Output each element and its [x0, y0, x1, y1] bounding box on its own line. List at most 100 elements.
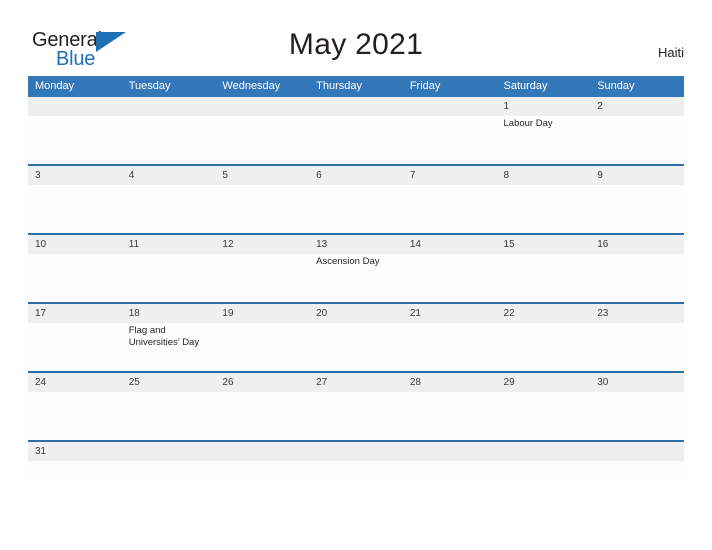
- day-number-empty: [309, 442, 403, 461]
- day-number[interactable]: 28: [403, 373, 497, 392]
- day-events-empty: [497, 461, 591, 479]
- day-number[interactable]: 8: [497, 166, 591, 185]
- day-events-empty: [28, 185, 122, 233]
- weekday-header-wednesday: Wednesday: [222, 80, 281, 92]
- weekday-header-friday: Friday: [409, 80, 441, 92]
- calendar-page: General Blue May 2021 Haiti Monday Tuesda…: [0, 0, 712, 550]
- day-number[interactable]: 25: [122, 373, 216, 392]
- day-events-empty: [122, 116, 216, 164]
- week-event-band: Labour Day: [28, 116, 684, 164]
- day-events-empty: [590, 392, 684, 440]
- day-number[interactable]: 19: [215, 304, 309, 323]
- day-events-empty: [403, 323, 497, 371]
- day-number[interactable]: 27: [309, 373, 403, 392]
- week-event-band: [28, 392, 684, 440]
- day-number[interactable]: 13: [309, 235, 403, 254]
- calendar-grid: Monday Tuesday Wednesday Thursday Friday Satu…: [28, 76, 684, 479]
- day-number[interactable]: 11: [122, 235, 216, 254]
- day-number[interactable]: 21: [403, 304, 497, 323]
- day-events-empty: [403, 185, 497, 233]
- day-events-empty: [590, 254, 684, 302]
- weekday-header-saturday: Saturday: [503, 80, 548, 92]
- day-number[interactable]: 30: [590, 373, 684, 392]
- day-number[interactable]: 7: [403, 166, 497, 185]
- weekday-header-tuesday: Tuesday: [128, 80, 171, 92]
- calendar-week-row: 1 2 Labour Day: [28, 97, 684, 164]
- day-events-empty: [309, 323, 403, 371]
- day-number[interactable]: 17: [28, 304, 122, 323]
- day-number[interactable]: 12: [215, 235, 309, 254]
- day-number-empty: [215, 97, 309, 116]
- calendar-weeks: 1 2 Labour Day 3 4 5 6 7 8 9 10 11 12 13 14 15 16 Ascensi…: [28, 97, 684, 479]
- day-number[interactable]: 4: [122, 166, 216, 185]
- day-events-empty: [309, 461, 403, 479]
- holiday-label: Ascension Day: [316, 256, 380, 267]
- week-date-band: 24 25 26 27 28 29 30: [28, 373, 684, 392]
- day-events-empty: [497, 254, 591, 302]
- day-number[interactable]: 3: [28, 166, 122, 185]
- week-date-band: 12: [28, 97, 684, 116]
- day-events-empty: [403, 254, 497, 302]
- day-events-empty: [497, 392, 591, 440]
- day-number-empty: [403, 97, 497, 116]
- day-events-empty: [215, 185, 309, 233]
- week-event-band: [28, 461, 684, 479]
- weekday-header-thursday: Thursday: [316, 80, 362, 92]
- day-events-empty: [28, 323, 122, 371]
- day-events-empty: [28, 461, 122, 479]
- day-number-empty: [122, 442, 216, 461]
- day-number-empty: [309, 97, 403, 116]
- day-events-empty: [590, 323, 684, 371]
- week-event-band: Ascension Day: [28, 254, 684, 302]
- day-events-empty: [590, 116, 684, 164]
- day-number[interactable]: 1: [497, 97, 591, 116]
- day-events-empty: [28, 116, 122, 164]
- country-label: Haiti: [657, 45, 684, 60]
- day-number[interactable]: 22: [497, 304, 591, 323]
- day-events-empty: [309, 116, 403, 164]
- day-number[interactable]: 10: [28, 235, 122, 254]
- day-events[interactable]: Labour Day: [497, 116, 591, 164]
- day-number[interactable]: 6: [309, 166, 403, 185]
- day-number-empty: [122, 97, 216, 116]
- day-events-empty: [122, 185, 216, 233]
- day-number[interactable]: 5: [215, 166, 309, 185]
- day-events-empty: [403, 392, 497, 440]
- day-number[interactable]: 16: [590, 235, 684, 254]
- page-header: General Blue May 2021 Haiti: [0, 0, 712, 76]
- day-number[interactable]: 29: [497, 373, 591, 392]
- day-number-empty: [28, 97, 122, 116]
- day-number[interactable]: 23: [590, 304, 684, 323]
- day-events-empty: [215, 392, 309, 440]
- day-number[interactable]: 26: [215, 373, 309, 392]
- day-events-empty: [122, 461, 216, 479]
- calendar-week-row: 3456789: [28, 164, 684, 233]
- day-events-empty: [403, 461, 497, 479]
- day-events-empty: [215, 323, 309, 371]
- holiday-label: Flag and Universities’ Day: [128, 325, 200, 348]
- day-events-empty: [28, 392, 122, 440]
- page-title: May 2021: [288, 28, 424, 61]
- week-date-band: 31: [28, 442, 684, 461]
- day-number[interactable]: 14: [403, 235, 497, 254]
- day-events[interactable]: Flag and Universities’ Day: [122, 323, 216, 371]
- day-events-empty: [309, 392, 403, 440]
- day-number[interactable]: 24: [28, 373, 122, 392]
- day-number[interactable]: 31: [28, 442, 122, 461]
- day-events-empty: [497, 323, 591, 371]
- weekday-header-sunday: Sunday: [597, 80, 635, 92]
- day-number[interactable]: 9: [590, 166, 684, 185]
- day-number[interactable]: 15: [497, 235, 591, 254]
- day-events-empty: [122, 254, 216, 302]
- day-number-empty: [590, 442, 684, 461]
- day-events[interactable]: Ascension Day: [309, 254, 403, 302]
- day-events-empty: [590, 185, 684, 233]
- week-date-band: 10 11 12 13 14 15 16: [28, 235, 684, 254]
- day-number[interactable]: 2: [590, 97, 684, 116]
- day-events-empty: [215, 254, 309, 302]
- day-number[interactable]: 20: [309, 304, 403, 323]
- day-number[interactable]: 18: [122, 304, 216, 323]
- weekday-header-monday: Monday: [35, 80, 75, 92]
- day-number-empty: [497, 442, 591, 461]
- weekday-header-row: Monday Tuesday Wednesday Thursday Friday Satu…: [28, 76, 684, 97]
